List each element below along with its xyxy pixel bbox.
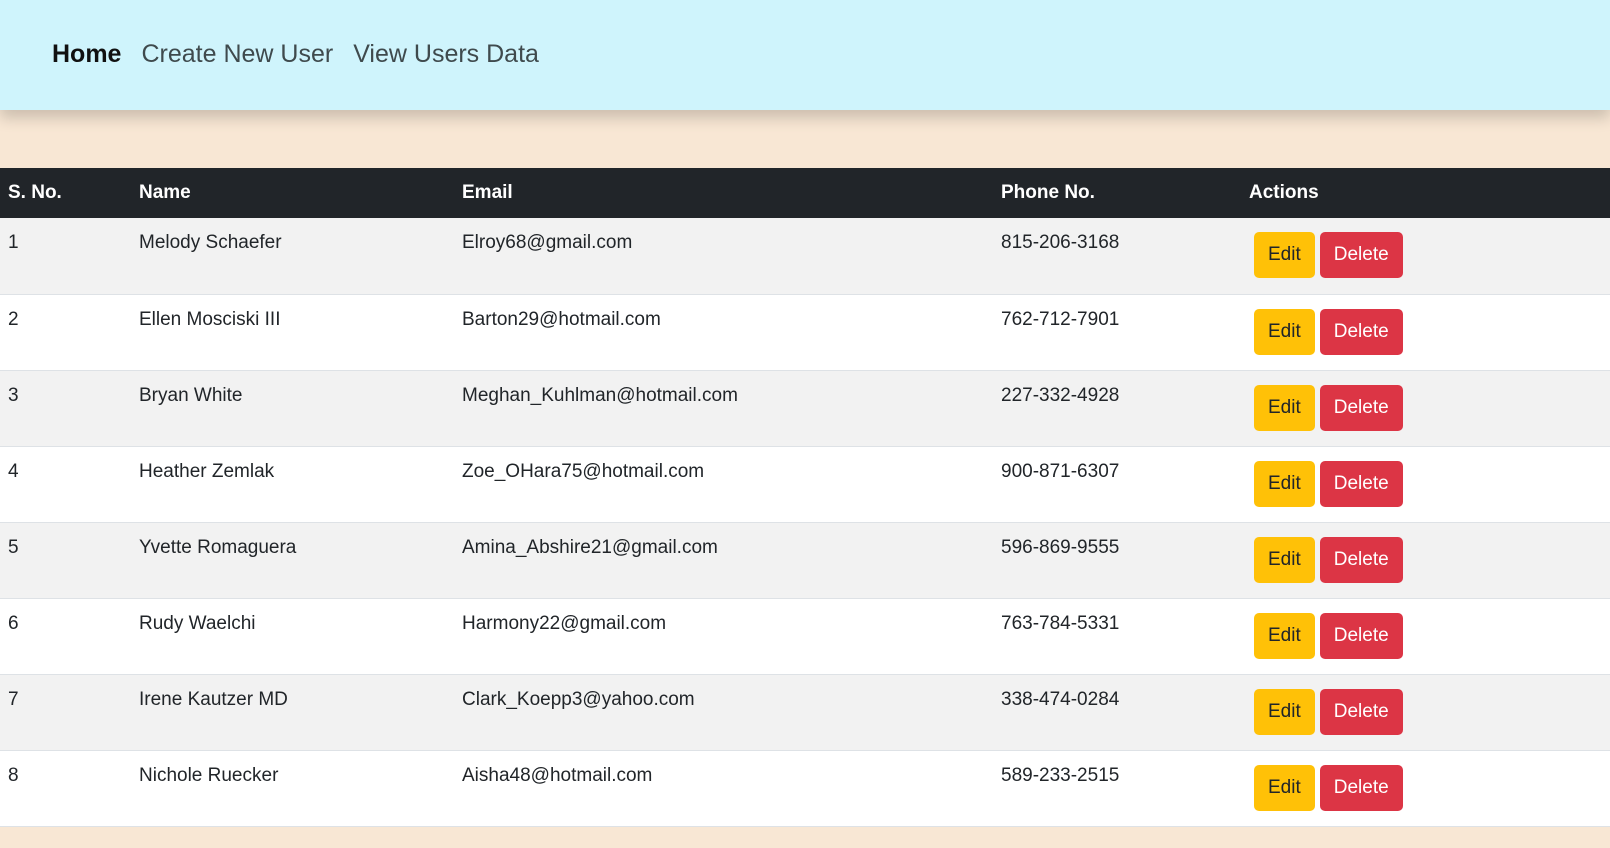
delete-button[interactable]: Delete [1319, 384, 1403, 431]
cell-name: Ellen Mosciski III [131, 294, 454, 371]
page-spacer-band [0, 110, 1610, 168]
cell-name: Bryan White [131, 370, 454, 447]
cell-actions: Edit Delete [1241, 294, 1610, 371]
cell-email: Zoe_OHara75@hotmail.com [454, 446, 993, 523]
delete-button[interactable]: Delete [1319, 536, 1403, 583]
cell-phone: 763-784-5331 [993, 598, 1241, 675]
header-phone: Phone No. [993, 168, 1241, 218]
cell-email: Elroy68@gmail.com [454, 218, 993, 295]
header-name: Name [131, 168, 454, 218]
edit-button[interactable]: Edit [1254, 536, 1315, 583]
nav-view-users-link[interactable]: View Users Data [353, 40, 539, 68]
users-table: S. No. Name Email Phone No. Actions 1 Me… [0, 168, 1610, 827]
header-actions: Actions [1241, 168, 1610, 218]
cell-name: Yvette Romaguera [131, 522, 454, 599]
delete-button[interactable]: Delete [1319, 612, 1403, 659]
cell-actions: Edit Delete [1241, 218, 1610, 295]
top-navbar: Home Create New User View Users Data [0, 0, 1610, 110]
edit-button[interactable]: Edit [1254, 308, 1315, 355]
edit-button[interactable]: Edit [1254, 688, 1315, 735]
cell-sno: 4 [0, 446, 131, 523]
table-header: S. No. Name Email Phone No. Actions [0, 168, 1610, 218]
cell-name: Nichole Ruecker [131, 750, 454, 827]
edit-button[interactable]: Edit [1254, 384, 1315, 431]
table-row: 7 Irene Kautzer MD Clark_Koepp3@yahoo.co… [0, 674, 1610, 751]
cell-email: Barton29@hotmail.com [454, 294, 993, 371]
cell-sno: 7 [0, 674, 131, 751]
cell-email: Clark_Koepp3@yahoo.com [454, 674, 993, 751]
nav-home-link[interactable]: Home [52, 40, 121, 68]
cell-actions: Edit Delete [1241, 674, 1610, 751]
cell-name: Rudy Waelchi [131, 598, 454, 675]
delete-button[interactable]: Delete [1319, 460, 1403, 507]
cell-phone: 338-474-0284 [993, 674, 1241, 751]
table-row: 3 Bryan White Meghan_Kuhlman@hotmail.com… [0, 370, 1610, 447]
cell-actions: Edit Delete [1241, 522, 1610, 599]
table-row: 6 Rudy Waelchi Harmony22@gmail.com 763-7… [0, 598, 1610, 675]
cell-phone: 815-206-3168 [993, 218, 1241, 295]
cell-name: Heather Zemlak [131, 446, 454, 523]
table-row: 4 Heather Zemlak Zoe_OHara75@hotmail.com… [0, 446, 1610, 523]
edit-button[interactable]: Edit [1254, 460, 1315, 507]
cell-sno: 5 [0, 522, 131, 599]
header-email: Email [454, 168, 993, 218]
cell-phone: 900-871-6307 [993, 446, 1241, 523]
table-body: 1 Melody Schaefer Elroy68@gmail.com 815-… [0, 218, 1610, 827]
edit-button[interactable]: Edit [1254, 764, 1315, 811]
cell-email: Amina_Abshire21@gmail.com [454, 522, 993, 599]
cell-sno: 2 [0, 294, 131, 371]
cell-phone: 589-233-2515 [993, 750, 1241, 827]
delete-button[interactable]: Delete [1319, 308, 1403, 355]
table-row: 8 Nichole Ruecker Aisha48@hotmail.com 58… [0, 750, 1610, 827]
cell-name: Irene Kautzer MD [131, 674, 454, 751]
delete-button[interactable]: Delete [1319, 764, 1403, 811]
cell-sno: 6 [0, 598, 131, 675]
cell-email: Aisha48@hotmail.com [454, 750, 993, 827]
cell-phone: 762-712-7901 [993, 294, 1241, 371]
cell-sno: 8 [0, 750, 131, 827]
delete-button[interactable]: Delete [1319, 688, 1403, 735]
cell-actions: Edit Delete [1241, 598, 1610, 675]
cell-phone: 227-332-4928 [993, 370, 1241, 447]
edit-button[interactable]: Edit [1254, 612, 1315, 659]
cell-email: Harmony22@gmail.com [454, 598, 993, 675]
cell-actions: Edit Delete [1241, 750, 1610, 827]
cell-name: Melody Schaefer [131, 218, 454, 295]
cell-actions: Edit Delete [1241, 446, 1610, 523]
cell-sno: 1 [0, 218, 131, 295]
delete-button[interactable]: Delete [1319, 232, 1403, 278]
header-sno: S. No. [0, 168, 131, 218]
cell-email: Meghan_Kuhlman@hotmail.com [454, 370, 993, 447]
nav-list: Home Create New User View Users Data [52, 36, 559, 72]
table-row: 1 Melody Schaefer Elroy68@gmail.com 815-… [0, 218, 1610, 295]
nav-create-user-link[interactable]: Create New User [141, 40, 333, 68]
edit-button[interactable]: Edit [1254, 232, 1315, 278]
cell-actions: Edit Delete [1241, 370, 1610, 447]
table-row: 5 Yvette Romaguera Amina_Abshire21@gmail… [0, 522, 1610, 599]
table-row: 2 Ellen Mosciski III Barton29@hotmail.co… [0, 294, 1610, 371]
cell-phone: 596-869-9555 [993, 522, 1241, 599]
cell-sno: 3 [0, 370, 131, 447]
